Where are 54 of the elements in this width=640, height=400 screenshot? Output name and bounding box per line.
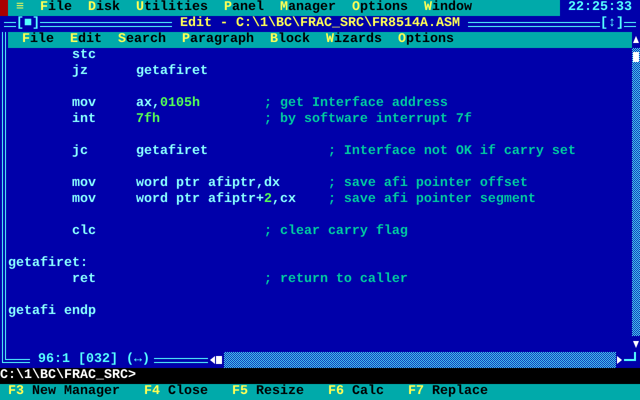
comment-text: ; return to caller (264, 272, 408, 287)
menu-item[interactable]: Utilities (136, 0, 208, 16)
menu-item[interactable]: Options (352, 0, 408, 16)
close-box[interactable]: [■] (16, 16, 40, 32)
instruction-text: ret (72, 272, 96, 287)
operand-text: ax,0105h (136, 96, 200, 111)
menu-item[interactable]: Manager (280, 0, 336, 16)
menu-item[interactable]: Paragraph (182, 32, 254, 48)
menu-item[interactable]: File (40, 0, 72, 16)
menu-item[interactable]: Block (270, 32, 310, 48)
function-key-button[interactable]: F6 Calc (328, 384, 384, 400)
operand-text: getafiret (136, 144, 208, 159)
function-key-button[interactable]: F7 Replace (408, 384, 488, 400)
comment-text: ; Interface not OK if carry set (328, 144, 576, 159)
operand-text: 7fh (136, 112, 160, 127)
menu-item[interactable]: Search (118, 32, 166, 48)
comment-text: ; by software interrupt 7f (264, 112, 472, 127)
corner-block (0, 0, 8, 16)
instruction-text: jc (72, 144, 88, 159)
instruction-text: int (72, 112, 96, 127)
function-key-button[interactable]: F4 Close (144, 384, 208, 400)
menu-item[interactable]: Disk (88, 0, 120, 16)
menu-item[interactable]: Window (424, 0, 472, 16)
frame-corner (624, 352, 636, 361)
instruction-text: clc (72, 224, 96, 239)
scroll-thumb[interactable] (216, 356, 222, 364)
menu-item[interactable]: File (22, 32, 54, 48)
cursor-position-status: 96:1 [032] (↔) (37, 352, 151, 368)
comment-text: ; get Interface address (264, 96, 448, 111)
function-key-button[interactable]: F5 Resize (232, 384, 304, 400)
operand-text: word ptr afiptr+2,cx (136, 192, 296, 207)
label-text: getafi endp (8, 304, 96, 319)
zoom-box[interactable]: [↕] (600, 16, 624, 32)
function-key-button[interactable]: F3 New Manager (8, 384, 120, 400)
instruction-text: jz (72, 64, 88, 79)
comment-text: ; save afi pointer segment (328, 192, 536, 207)
instruction-text: mov (72, 96, 96, 111)
label-text: getafiret: (8, 256, 88, 271)
menu-item[interactable]: Options (398, 32, 454, 48)
scroll-thumb[interactable] (633, 52, 639, 62)
horizontal-scrollbar[interactable] (208, 352, 624, 368)
instruction-text: mov (72, 192, 96, 207)
comment-text: ; save afi pointer offset (328, 176, 528, 191)
command-prompt[interactable]: C:\1\BC\FRAC_SRC> (0, 368, 640, 384)
instruction-text: stc (72, 48, 96, 63)
menu-item[interactable]: Edit (70, 32, 102, 48)
comment-text: ; clear carry flag (264, 224, 408, 239)
instruction-text: mov (72, 176, 96, 191)
operand-text: word ptr afiptr,dx (136, 176, 280, 191)
menu-item[interactable]: Panel (224, 0, 264, 16)
window-title: Edit - C:\1\BC\FRAC_SRC\FR8514A.ASM (179, 16, 461, 32)
clock-text: 22:25:33 (567, 0, 633, 16)
operand-text: getafiret (136, 64, 208, 79)
menu-item[interactable]: Wizards (326, 32, 382, 48)
